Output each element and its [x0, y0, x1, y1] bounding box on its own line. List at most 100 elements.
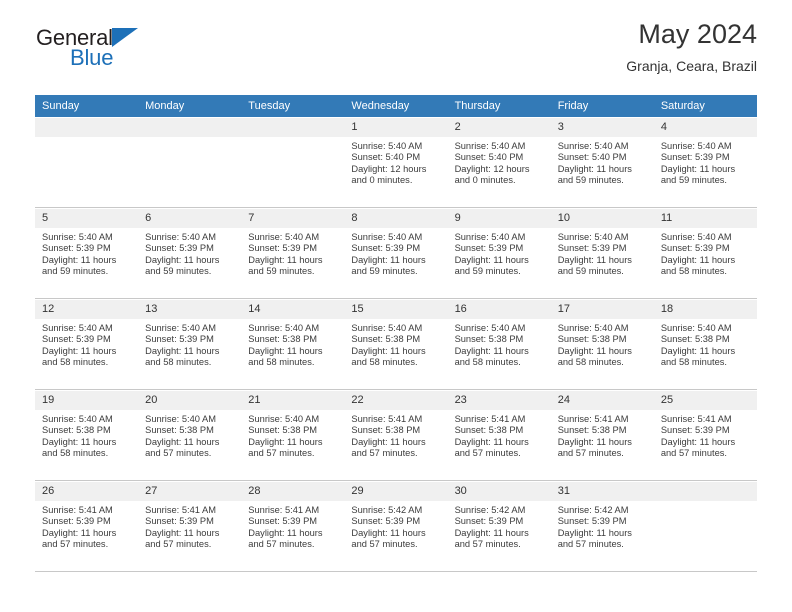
- day-number: 14: [241, 300, 345, 319]
- calendar-day[interactable]: 25 Sunrise: 5:41 AM Sunset: 5:39 PM Dayligh…: [653, 390, 757, 480]
- day-details: Sunrise: 5:40 AM Sunset: 5:39 PM Daylight:…: [551, 228, 654, 278]
- calendar-cell: 7 Sunrise: 5:40 AM Sunset: 5:39 PM Daylight…: [241, 207, 345, 299]
- sunset-text: Sunset: 5:39 PM: [145, 243, 214, 254]
- calendar-day[interactable]: 13 Sunrise: 5:40 AM Sunset: 5:39 PM Dayligh…: [138, 299, 242, 389]
- calendar-day[interactable]: 8 Sunrise: 5:40 AM Sunset: 5:39 PM Daylight…: [344, 208, 448, 298]
- day-number: 1: [344, 118, 448, 137]
- day-details: Sunrise: 5:40 AM Sunset: 5:39 PM Daylight:…: [138, 228, 241, 278]
- day-number: 8: [344, 209, 448, 228]
- sunrise-text: Sunrise: 5:41 AM: [351, 414, 423, 424]
- sunrise-text: Sunrise: 5:41 AM: [248, 505, 320, 515]
- calendar-week-row: 19 Sunrise: 5:40 AM Sunset: 5:38 PM Dayligh…: [35, 389, 757, 481]
- calendar-day[interactable]: 29 Sunrise: 5:42 AM Sunset: 5:39 PM Dayligh…: [344, 481, 448, 571]
- calendar-day[interactable]: 4 Sunrise: 5:40 AM Sunset: 5:39 PM Daylight…: [653, 117, 757, 207]
- sunset-text: Sunset: 5:39 PM: [42, 243, 111, 254]
- sunrise-text: Sunrise: 5:40 AM: [42, 232, 113, 242]
- calendar-day[interactable]: 11 Sunrise: 5:40 AM Sunset: 5:39 PM Dayligh…: [653, 208, 757, 298]
- calendar-day[interactable]: 20 Sunrise: 5:40 AM Sunset: 5:38 PM Dayligh…: [138, 390, 242, 480]
- daylight-text-line1: Daylight: 11 hours: [557, 436, 632, 447]
- calendar-day[interactable]: 2 Sunrise: 5:40 AM Sunset: 5:40 PM Daylight…: [447, 117, 551, 207]
- calendar-day[interactable]: 30 Sunrise: 5:42 AM Sunset: 5:39 PM Dayligh…: [447, 481, 551, 571]
- daylight-text-line2: and 57 minutes.: [557, 539, 624, 550]
- daylight-text-line2: and 58 minutes.: [557, 357, 624, 368]
- daylight-text-line2: and 57 minutes.: [248, 448, 315, 459]
- daylight-text-line1: Daylight: 11 hours: [454, 436, 529, 447]
- daylight-text-line2: and 58 minutes.: [660, 266, 727, 277]
- calendar-cell: 5 Sunrise: 5:40 AM Sunset: 5:39 PM Daylight…: [35, 207, 139, 299]
- calendar-cell: 20 Sunrise: 5:40 AM Sunset: 5:38 PM Dayligh…: [138, 389, 242, 481]
- calendar-cell: [35, 117, 139, 208]
- day-number: 18: [653, 300, 757, 319]
- calendar-cell: 29 Sunrise: 5:42 AM Sunset: 5:39 PM Dayligh…: [344, 480, 448, 572]
- calendar-day[interactable]: 18 Sunrise: 5:40 AM Sunset: 5:38 PM Dayligh…: [653, 299, 757, 389]
- calendar-day[interactable]: 28 Sunrise: 5:41 AM Sunset: 5:39 PM Dayligh…: [241, 481, 345, 571]
- day-details: Sunrise: 5:41 AM Sunset: 5:38 PM Daylight:…: [448, 410, 551, 460]
- calendar-day[interactable]: 3 Sunrise: 5:40 AM Sunset: 5:40 PM Daylight…: [550, 117, 654, 207]
- day-details: Sunrise: 5:42 AM Sunset: 5:39 PM Daylight:…: [551, 501, 654, 551]
- daylight-text-line1: Daylight: 12 hours: [351, 163, 427, 174]
- calendar-cell: 3 Sunrise: 5:40 AM Sunset: 5:40 PM Daylight…: [550, 117, 654, 208]
- daylight-text-line2: and 0 minutes.: [351, 175, 413, 186]
- calendar-cell: 25 Sunrise: 5:41 AM Sunset: 5:39 PM Dayligh…: [653, 389, 757, 481]
- calendar-cell: [241, 117, 345, 208]
- calendar-day[interactable]: 6 Sunrise: 5:40 AM Sunset: 5:39 PM Daylight…: [138, 208, 242, 298]
- calendar-day[interactable]: 10 Sunrise: 5:40 AM Sunset: 5:39 PM Dayligh…: [550, 208, 654, 298]
- day-number: 11: [653, 209, 757, 228]
- sunrise-text: Sunrise: 5:40 AM: [248, 232, 320, 242]
- calendar-day[interactable]: 9 Sunrise: 5:40 AM Sunset: 5:39 PM Daylight…: [447, 208, 551, 298]
- daylight-text-line1: Daylight: 12 hours: [454, 163, 530, 174]
- daylight-text-line1: Daylight: 11 hours: [145, 254, 220, 265]
- calendar-day[interactable]: 7 Sunrise: 5:40 AM Sunset: 5:39 PM Daylight…: [241, 208, 345, 298]
- sunset-text: Sunset: 5:39 PM: [145, 334, 214, 345]
- day-number: 26: [35, 482, 139, 501]
- calendar-cell: 22 Sunrise: 5:41 AM Sunset: 5:38 PM Dayligh…: [344, 389, 448, 481]
- calendar-day[interactable]: 19 Sunrise: 5:40 AM Sunset: 5:38 PM Dayligh…: [35, 390, 139, 480]
- calendar-day[interactable]: 5 Sunrise: 5:40 AM Sunset: 5:39 PM Daylight…: [35, 208, 139, 298]
- daylight-text-line1: Daylight: 11 hours: [248, 436, 323, 447]
- daylight-text-line2: and 58 minutes.: [660, 357, 727, 368]
- sunrise-text: Sunrise: 5:41 AM: [42, 505, 113, 515]
- day-number: 7: [241, 209, 345, 228]
- calendar-day-empty: [241, 117, 345, 207]
- daylight-text-line2: and 59 minutes.: [660, 175, 727, 186]
- calendar-day[interactable]: 15 Sunrise: 5:40 AM Sunset: 5:38 PM Dayligh…: [344, 299, 448, 389]
- day-number: 12: [35, 300, 139, 319]
- daylight-text-line1: Daylight: 11 hours: [248, 345, 323, 356]
- daylight-text-line2: and 57 minutes.: [351, 448, 418, 459]
- calendar-head: Sunday Monday Tuesday Wednesday Thursday…: [35, 95, 757, 117]
- calendar-day[interactable]: 24 Sunrise: 5:41 AM Sunset: 5:38 PM Dayligh…: [550, 390, 654, 480]
- calendar-body: 1 Sunrise: 5:40 AM Sunset: 5:40 PM Daylight…: [35, 117, 757, 572]
- calendar-day[interactable]: 14 Sunrise: 5:40 AM Sunset: 5:38 PM Dayligh…: [241, 299, 345, 389]
- daylight-text-line1: Daylight: 11 hours: [660, 436, 736, 447]
- sunset-text: Sunset: 5:38 PM: [351, 425, 421, 436]
- calendar-day[interactable]: 22 Sunrise: 5:41 AM Sunset: 5:38 PM Dayligh…: [344, 390, 448, 480]
- calendar-day[interactable]: 26 Sunrise: 5:41 AM Sunset: 5:39 PM Dayligh…: [35, 481, 139, 571]
- sunset-text: Sunset: 5:38 PM: [557, 334, 627, 345]
- sunset-text: Sunset: 5:40 PM: [351, 152, 421, 163]
- calendar-day[interactable]: 21 Sunrise: 5:40 AM Sunset: 5:38 PM Dayligh…: [241, 390, 345, 480]
- calendar-day[interactable]: 17 Sunrise: 5:40 AM Sunset: 5:38 PM Dayligh…: [550, 299, 654, 389]
- calendar-day[interactable]: 23 Sunrise: 5:41 AM Sunset: 5:38 PM Dayligh…: [447, 390, 551, 480]
- calendar-cell: 31 Sunrise: 5:42 AM Sunset: 5:39 PM Dayligh…: [550, 480, 654, 572]
- sunrise-text: Sunrise: 5:40 AM: [351, 141, 423, 151]
- daylight-text-line1: Daylight: 11 hours: [557, 345, 632, 356]
- day-details: Sunrise: 5:40 AM Sunset: 5:39 PM Daylight:…: [35, 228, 138, 278]
- sunset-text: Sunset: 5:39 PM: [557, 516, 627, 527]
- calendar-day[interactable]: 31 Sunrise: 5:42 AM Sunset: 5:39 PM Dayligh…: [550, 481, 654, 571]
- calendar-day[interactable]: 27 Sunrise: 5:41 AM Sunset: 5:39 PM Dayligh…: [138, 481, 242, 571]
- sunset-text: Sunset: 5:38 PM: [42, 425, 111, 436]
- sunset-text: Sunset: 5:39 PM: [351, 516, 421, 527]
- day-details: Sunrise: 5:42 AM Sunset: 5:39 PM Daylight:…: [344, 501, 447, 551]
- calendar-cell: 10 Sunrise: 5:40 AM Sunset: 5:39 PM Dayligh…: [550, 207, 654, 299]
- day-number: 6: [138, 209, 242, 228]
- calendar-day[interactable]: 1 Sunrise: 5:40 AM Sunset: 5:40 PM Daylight…: [344, 117, 448, 207]
- calendar-cell: 18 Sunrise: 5:40 AM Sunset: 5:38 PM Dayligh…: [653, 298, 757, 390]
- calendar-day[interactable]: 16 Sunrise: 5:40 AM Sunset: 5:38 PM Dayligh…: [447, 299, 551, 389]
- calendar-cell: 26 Sunrise: 5:41 AM Sunset: 5:39 PM Dayligh…: [35, 480, 139, 572]
- sunrise-text: Sunrise: 5:40 AM: [351, 232, 423, 242]
- daylight-text-line1: Daylight: 11 hours: [145, 436, 220, 447]
- day-number: 25: [653, 391, 757, 410]
- day-number: 28: [241, 482, 345, 501]
- sunset-text: Sunset: 5:39 PM: [248, 516, 318, 527]
- calendar-day[interactable]: 12 Sunrise: 5:40 AM Sunset: 5:39 PM Dayligh…: [35, 299, 139, 389]
